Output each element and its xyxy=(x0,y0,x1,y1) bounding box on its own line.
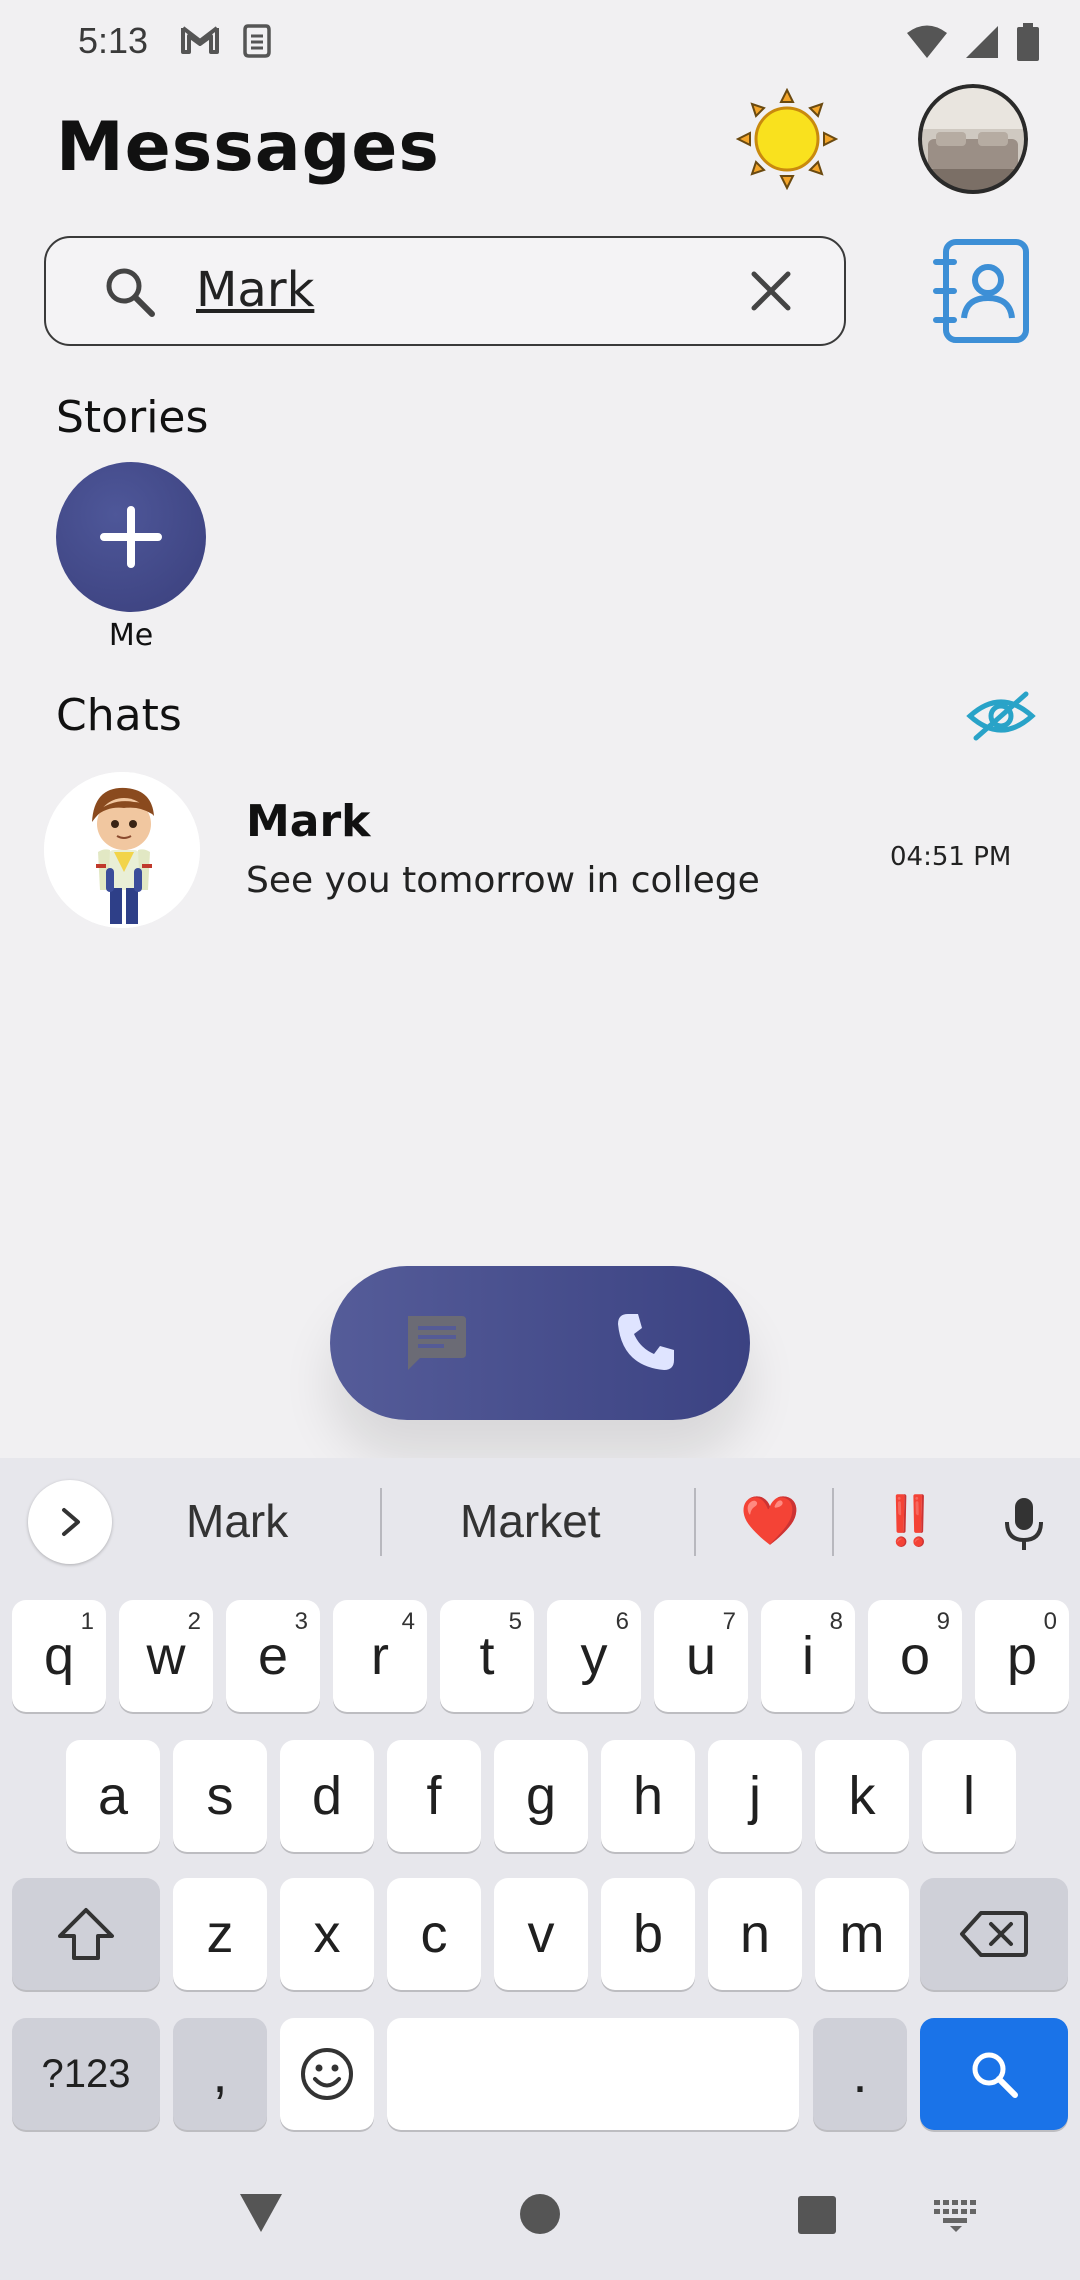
clear-search-button[interactable] xyxy=(744,264,798,318)
suggestion-divider xyxy=(380,1488,382,1556)
profile-photo xyxy=(918,84,1028,194)
key-s[interactable]: s xyxy=(173,1740,267,1852)
status-icons-left xyxy=(180,22,272,60)
key-a[interactable]: a xyxy=(66,1740,160,1852)
keyboard-icon xyxy=(934,2200,976,2232)
status-icons-right xyxy=(906,22,1040,62)
chevron-right-icon xyxy=(62,1508,80,1536)
key-x[interactable]: x xyxy=(280,1878,374,1990)
suggestion-divider xyxy=(694,1488,696,1556)
key-e[interactable]: e3 xyxy=(226,1600,320,1712)
key-y[interactable]: y6 xyxy=(547,1600,641,1712)
suggestion-2[interactable]: Market xyxy=(460,1494,601,1548)
key-t[interactable]: t5 xyxy=(440,1600,534,1712)
nav-messages-button[interactable] xyxy=(398,1306,472,1380)
home-circle-icon xyxy=(520,2194,560,2234)
key-q[interactable]: q1 xyxy=(12,1600,106,1712)
key-n[interactable]: n xyxy=(708,1878,802,1990)
chat-timestamp: 04:51 PM xyxy=(890,842,1012,872)
voice-input-button[interactable] xyxy=(1002,1496,1046,1556)
chat-icon xyxy=(408,1316,466,1370)
contacts-button[interactable] xyxy=(932,236,1032,346)
battery-icon xyxy=(1017,23,1039,61)
key-r[interactable]: r4 xyxy=(333,1600,427,1712)
phone-icon xyxy=(618,1314,674,1370)
key-i[interactable]: i8 xyxy=(761,1600,855,1712)
theme-toggle-button[interactable] xyxy=(735,87,839,191)
page-title: Messages xyxy=(56,108,440,187)
key-w[interactable]: w2 xyxy=(119,1600,213,1712)
home-button[interactable] xyxy=(518,2192,562,2240)
close-icon xyxy=(751,271,791,311)
shift-icon xyxy=(58,1908,114,1960)
plus-icon xyxy=(100,506,162,568)
signal-icon xyxy=(966,26,998,58)
key-f[interactable]: f xyxy=(387,1740,481,1852)
space-key[interactable] xyxy=(387,2018,799,2130)
contacts-book-icon xyxy=(933,239,1029,343)
cartoon-boy-avatar xyxy=(44,772,200,928)
back-triangle-icon xyxy=(240,2194,282,2232)
key-g[interactable]: g xyxy=(494,1740,588,1852)
add-story-button[interactable] xyxy=(56,462,206,612)
microphone-icon xyxy=(1005,1498,1043,1550)
key-z[interactable]: z xyxy=(173,1878,267,1990)
nav-calls-button[interactable] xyxy=(608,1306,682,1380)
key-u[interactable]: u7 xyxy=(654,1600,748,1712)
hide-chats-button[interactable] xyxy=(966,686,1036,746)
recents-button[interactable] xyxy=(796,2194,838,2240)
sun-icon xyxy=(735,87,839,191)
stories-heading: Stories xyxy=(56,392,209,443)
chat-last-message: See you tomorrow in college xyxy=(246,860,760,901)
keyboard xyxy=(0,1458,1080,2280)
status-time: 5:13 xyxy=(78,20,149,61)
wifi-icon xyxy=(907,25,947,58)
chat-avatar xyxy=(44,772,200,928)
symbols-key[interactable]: ?123 xyxy=(12,2018,160,2130)
search-input[interactable] xyxy=(196,258,716,322)
key-m[interactable]: m xyxy=(815,1878,909,1990)
chats-heading: Chats xyxy=(56,690,182,741)
back-button[interactable] xyxy=(236,2190,286,2240)
backspace-icon xyxy=(960,1911,1028,1957)
key-k[interactable]: k xyxy=(815,1740,909,1852)
search-icon xyxy=(100,262,160,326)
emoji-key[interactable] xyxy=(280,2018,374,2130)
keyboard-switch-button[interactable] xyxy=(932,2198,980,2238)
key-p[interactable]: p0 xyxy=(975,1600,1069,1712)
search-key[interactable] xyxy=(920,2018,1068,2130)
key-o[interactable]: o9 xyxy=(868,1600,962,1712)
bottom-nav-pill xyxy=(330,1266,750,1420)
search-icon xyxy=(972,2052,1018,2098)
backspace-key[interactable] xyxy=(920,1878,1068,1990)
suggestion-expand-button[interactable] xyxy=(28,1480,112,1564)
eye-off-icon xyxy=(966,691,1036,741)
gmail-icon xyxy=(181,26,219,54)
key-j[interactable]: j xyxy=(708,1740,802,1852)
key-v[interactable]: v xyxy=(494,1878,588,1990)
sim-icon xyxy=(243,24,271,58)
key-b[interactable]: b xyxy=(601,1878,695,1990)
key-h[interactable]: h xyxy=(601,1740,695,1852)
profile-avatar[interactable] xyxy=(918,84,1028,194)
suggestion-1[interactable]: Mark xyxy=(186,1494,288,1548)
emoji-suggestion-exclamation[interactable]: ‼️ xyxy=(880,1492,940,1549)
emoji-suggestion-heart[interactable]: ❤️ xyxy=(740,1492,800,1549)
recents-square-icon xyxy=(798,2196,836,2234)
chat-contact-name: Mark xyxy=(246,796,371,847)
story-label-me: Me xyxy=(108,618,154,653)
key-d[interactable]: d xyxy=(280,1740,374,1852)
comma-key[interactable]: , xyxy=(173,2018,267,2130)
suggestion-divider xyxy=(832,1488,834,1556)
key-c[interactable]: c xyxy=(387,1878,481,1990)
emoji-icon xyxy=(301,2048,353,2100)
period-key[interactable]: . xyxy=(813,2018,907,2130)
shift-key[interactable] xyxy=(12,1878,160,1990)
key-l[interactable]: l xyxy=(922,1740,1016,1852)
